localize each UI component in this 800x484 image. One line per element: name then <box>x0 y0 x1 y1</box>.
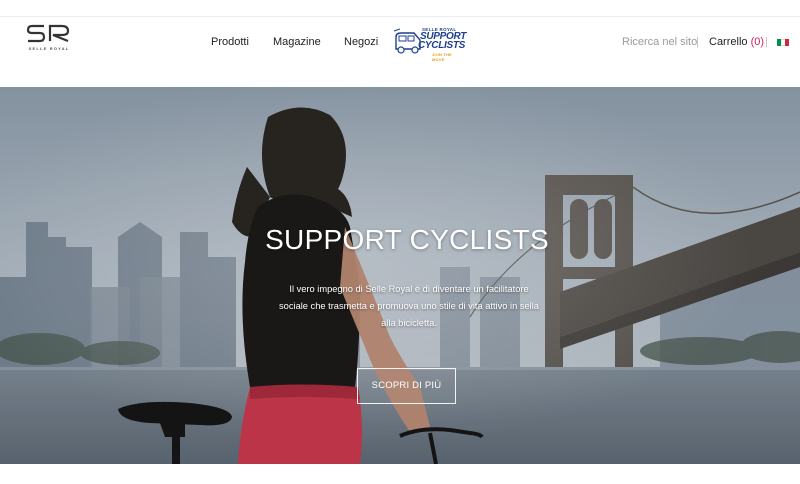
italian-flag-icon[interactable] <box>777 39 789 46</box>
hero-background-image <box>0 87 800 464</box>
discover-more-button[interactable]: SCOPRI DI PIÙ <box>357 368 456 404</box>
hero-banner: SUPPORT CYCLISTS Il vero impegno di Sell… <box>0 87 800 464</box>
separator: | <box>696 36 699 48</box>
cart-label: Carrello <box>709 36 748 48</box>
flag-stripe-red <box>785 39 789 46</box>
hero-title: SUPPORT CYCLISTS <box>265 224 549 255</box>
badge-tagline: JOIN THE MOVE <box>432 52 453 62</box>
site-header: SELLE ROYAL Prodotti Magazine Negozi SEL… <box>0 17 800 87</box>
utility-nav: Ricerca nel sito | Carrello (0) | <box>0 36 800 50</box>
separator: | <box>765 36 768 48</box>
hero-description: Il vero impegno di Selle Royal è di dive… <box>279 284 539 328</box>
page-bottom-space <box>0 464 800 484</box>
search-link[interactable]: Ricerca nel sito <box>622 36 697 48</box>
cart-count: (0) <box>750 36 765 48</box>
cart-link[interactable]: Carrello (0) <box>709 36 764 48</box>
